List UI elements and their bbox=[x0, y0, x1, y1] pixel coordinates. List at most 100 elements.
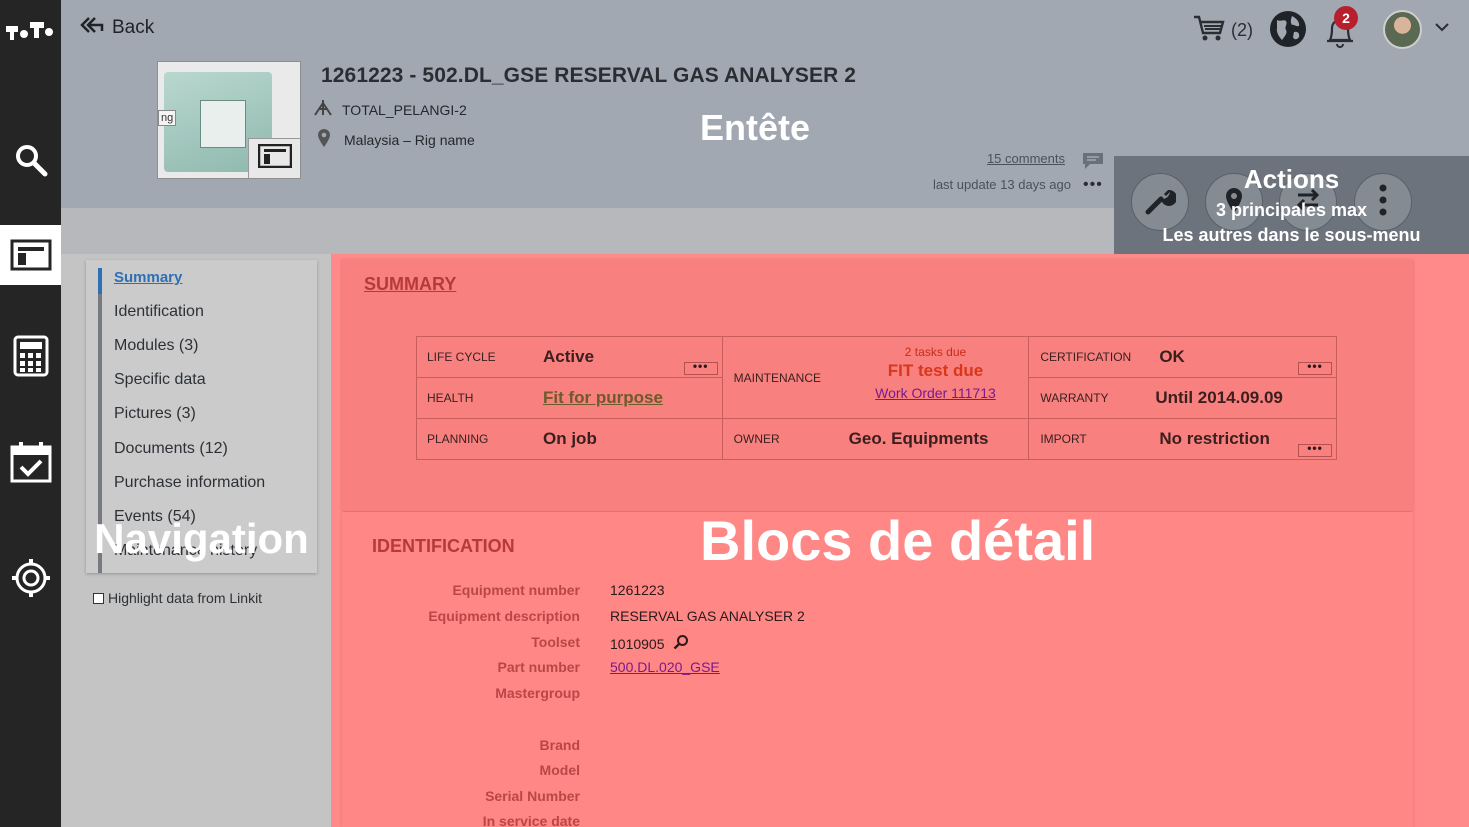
certification-label: CERTIFICATION bbox=[1040, 350, 1132, 364]
cart-icon bbox=[1193, 14, 1225, 47]
nav-item-documents[interactable]: Documents (12) bbox=[114, 440, 228, 458]
life-cycle-cell: LIFE CYCLE Active ••• bbox=[416, 336, 723, 378]
id-value: RESERVAL GAS ANALYSER 2 bbox=[610, 608, 805, 624]
settings-icon bbox=[11, 558, 51, 598]
annotation-blocs-de-detail: Blocs de détail bbox=[700, 509, 1096, 572]
summary-table: LIFE CYCLE Active ••• MAINTENANCE 2 task… bbox=[416, 336, 1337, 460]
page-title: 1261223 - 502.DL_GSE RESERVAL GAS ANALYS… bbox=[321, 64, 857, 87]
chevron-down-icon[interactable] bbox=[1434, 20, 1450, 38]
maintenance-label: MAINTENANCE bbox=[733, 370, 821, 385]
import-cell: IMPORT No restriction ••• bbox=[1028, 418, 1337, 460]
notifications-button[interactable]: 2 bbox=[1325, 6, 1358, 55]
health-value: Fit for purpose bbox=[543, 388, 663, 407]
avatar[interactable] bbox=[1383, 10, 1422, 49]
nav-active-indicator bbox=[98, 268, 102, 294]
cart-count: (2) bbox=[1231, 20, 1253, 40]
rig-icon bbox=[313, 99, 333, 120]
annotation-navigation: Navigation bbox=[94, 515, 309, 562]
id-key: In service date bbox=[482, 813, 580, 827]
asset-icon bbox=[257, 143, 292, 173]
health-label: HEALTH bbox=[427, 391, 474, 405]
nav-item-summary[interactable]: Summary bbox=[114, 269, 182, 286]
location-info: Malaysia – Rig name bbox=[313, 128, 475, 151]
location-pin-icon bbox=[317, 128, 331, 151]
highlight-label: Highlight data from Linkit bbox=[108, 590, 263, 606]
cart-button[interactable]: (2) bbox=[1193, 14, 1253, 47]
nav-item-identification[interactable]: Identification bbox=[114, 303, 204, 321]
id-key: Equipment number bbox=[452, 582, 580, 598]
annotation-actions-title: Actions bbox=[1243, 164, 1340, 194]
back-arrow-icon bbox=[80, 16, 104, 40]
planning-value: On job bbox=[543, 429, 597, 448]
highlight-linkit-toggle[interactable]: Highlight data from Linkit bbox=[93, 590, 262, 606]
calendar-nav-button[interactable] bbox=[0, 432, 61, 492]
comment-icon[interactable] bbox=[1082, 152, 1104, 175]
import-label: IMPORT bbox=[1040, 432, 1087, 446]
site-name: TOTAL_PELANGI-2 bbox=[342, 101, 467, 118]
id-key: Equipment description bbox=[428, 608, 580, 624]
nav-item-purchase-information[interactable]: Purchase information bbox=[114, 474, 265, 492]
toolset-value: 1010905 bbox=[610, 634, 689, 653]
certification-value: OK bbox=[1159, 347, 1185, 366]
globe-icon[interactable] bbox=[1269, 10, 1307, 53]
owner-value: Geo. Equipments bbox=[848, 429, 989, 448]
id-key: Toolset bbox=[531, 634, 580, 650]
import-value: No restriction bbox=[1159, 429, 1270, 448]
back-button[interactable]: Back bbox=[80, 16, 154, 40]
calculator-nav-button[interactable] bbox=[0, 326, 61, 386]
asset-icon bbox=[10, 239, 52, 271]
search-button[interactable] bbox=[0, 130, 61, 190]
id-key: Model bbox=[539, 762, 580, 778]
work-order-link[interactable]: Work Order 111713 bbox=[843, 385, 1029, 401]
notification-badge: 2 bbox=[1334, 6, 1358, 30]
part-number-link[interactable]: 500.DL.020_GSE bbox=[610, 659, 720, 675]
search-icon bbox=[14, 143, 48, 177]
id-key: Serial Number bbox=[485, 788, 580, 804]
summary-title: SUMMARY bbox=[364, 274, 457, 294]
health-cell: HEALTH Fit for purpose bbox=[416, 377, 723, 419]
certification-more-button[interactable]: ••• bbox=[1298, 360, 1332, 375]
id-key: Brand bbox=[539, 737, 580, 753]
life-cycle-label: LIFE CYCLE bbox=[427, 350, 496, 364]
owner-cell: OWNER Geo. Equipments bbox=[721, 418, 1030, 460]
id-value: 1261223 bbox=[610, 582, 665, 598]
calendar-check-icon bbox=[10, 441, 52, 483]
nav-item-specific-data[interactable]: Specific data bbox=[114, 371, 206, 389]
assets-nav-button[interactable] bbox=[0, 225, 61, 285]
life-cycle-more-button[interactable]: ••• bbox=[683, 360, 718, 375]
annotation-entete: Entête bbox=[700, 107, 811, 148]
owner-label: OWNER bbox=[733, 432, 780, 446]
calculator-icon bbox=[13, 335, 49, 377]
thumb-tag: ng bbox=[158, 110, 177, 126]
warranty-label: WARRANTY bbox=[1040, 391, 1109, 405]
settings-nav-button[interactable] bbox=[0, 548, 61, 608]
import-more-button[interactable]: ••• bbox=[1298, 442, 1332, 457]
planning-label: PLANNING bbox=[427, 432, 489, 446]
comments-link[interactable]: 15 comments bbox=[987, 151, 1065, 166]
last-update: last update 13 days ago bbox=[932, 177, 1071, 192]
maintenance-cell: MAINTENANCE 2 tasks due FIT test due Wor… bbox=[721, 336, 1030, 419]
nav-item-pictures[interactable]: Pictures (3) bbox=[114, 405, 196, 423]
tasks-due: 2 tasks due bbox=[904, 345, 967, 359]
bell-icon bbox=[1325, 18, 1355, 54]
id-key: Part number bbox=[497, 659, 580, 675]
back-label: Back bbox=[112, 17, 155, 38]
id-value: 1010905 bbox=[610, 635, 665, 652]
warranty-value: Until 2014.09.09 bbox=[1155, 388, 1283, 407]
annotation-actions-sub1: 3 principales max bbox=[1215, 200, 1368, 220]
left-rail bbox=[0, 0, 61, 827]
certification-cell: CERTIFICATION OK ••• bbox=[1028, 336, 1337, 378]
nav-item-modules[interactable]: Modules (3) bbox=[114, 337, 198, 355]
equipment-thumbnail[interactable]: ng bbox=[157, 61, 301, 179]
location-name: Malaysia – Rig name bbox=[344, 131, 475, 148]
app-logo[interactable] bbox=[4, 14, 58, 46]
asset-badge bbox=[248, 138, 300, 178]
warranty-cell: WARRANTY Until 2014.09.09 bbox=[1028, 377, 1337, 419]
header-more-button[interactable]: ••• bbox=[1083, 176, 1103, 194]
identification-title: IDENTIFICATION bbox=[372, 536, 515, 556]
id-key: Mastergroup bbox=[495, 685, 580, 701]
fit-test-due: FIT test due bbox=[887, 361, 984, 380]
highlight-checkbox[interactable] bbox=[93, 592, 104, 604]
search-icon[interactable] bbox=[673, 634, 689, 653]
life-cycle-value: Active bbox=[543, 347, 595, 366]
